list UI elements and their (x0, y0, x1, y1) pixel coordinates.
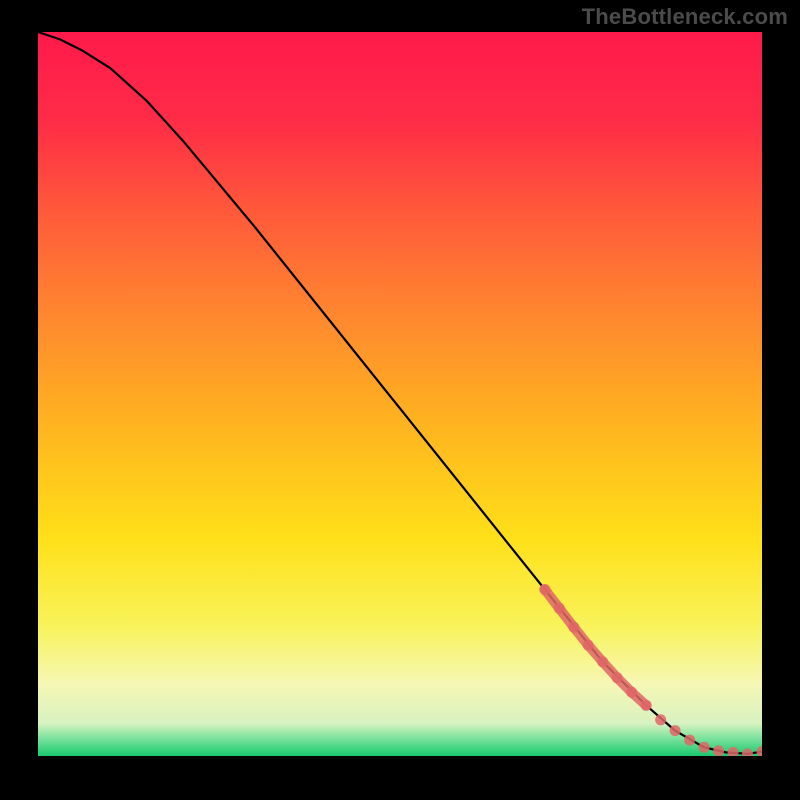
bottleneck-chart (38, 32, 762, 756)
dot (641, 700, 652, 711)
gradient-background (38, 32, 762, 756)
dot (568, 622, 579, 633)
dot (626, 687, 637, 698)
dot (539, 584, 550, 595)
dot (684, 735, 695, 746)
dot (713, 745, 724, 756)
dot (597, 656, 608, 667)
attribution-text: TheBottleneck.com (582, 4, 788, 30)
dot (583, 640, 594, 651)
dot (670, 725, 681, 736)
dot (655, 714, 666, 725)
plot-area (38, 32, 762, 756)
dot (612, 672, 623, 683)
dot (699, 742, 710, 753)
dot (554, 603, 565, 614)
chart-frame: TheBottleneck.com (0, 0, 800, 800)
